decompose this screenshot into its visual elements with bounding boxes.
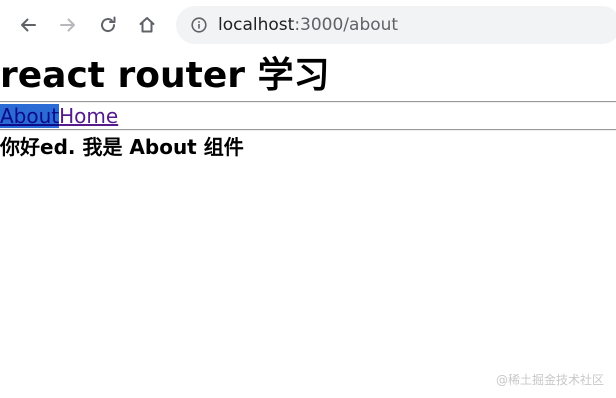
home-link[interactable]: Home xyxy=(59,104,118,128)
url-path: :3000/about xyxy=(294,15,399,35)
page-content: react router 学习 AboutHome 你好ed. 我是 About… xyxy=(0,50,616,398)
forward-arrow-icon xyxy=(60,18,75,32)
about-link[interactable]: About xyxy=(0,104,60,128)
reload-button[interactable] xyxy=(95,12,121,38)
back-arrow-icon xyxy=(21,18,36,32)
route-nav: AboutHome xyxy=(0,104,118,128)
address-bar[interactable]: localhost:3000/about xyxy=(176,6,616,44)
about-component-heading: 你好ed. 我是 About 组件 xyxy=(0,135,244,159)
back-button[interactable] xyxy=(15,12,41,38)
browser-toolbar: localhost:3000/about xyxy=(0,0,616,50)
home-icon xyxy=(139,17,155,33)
forward-button[interactable] xyxy=(55,12,81,38)
home-button[interactable] xyxy=(134,12,160,38)
url-text[interactable]: localhost:3000/about xyxy=(218,14,398,36)
page-title: react router 学习 xyxy=(0,55,330,96)
watermark: @稀土掘金技术社区 xyxy=(495,373,604,387)
reload-icon xyxy=(101,16,116,33)
divider-top xyxy=(0,101,616,103)
divider-bottom xyxy=(0,129,616,131)
info-icon[interactable] xyxy=(191,17,207,33)
url-host: localhost xyxy=(218,15,295,35)
